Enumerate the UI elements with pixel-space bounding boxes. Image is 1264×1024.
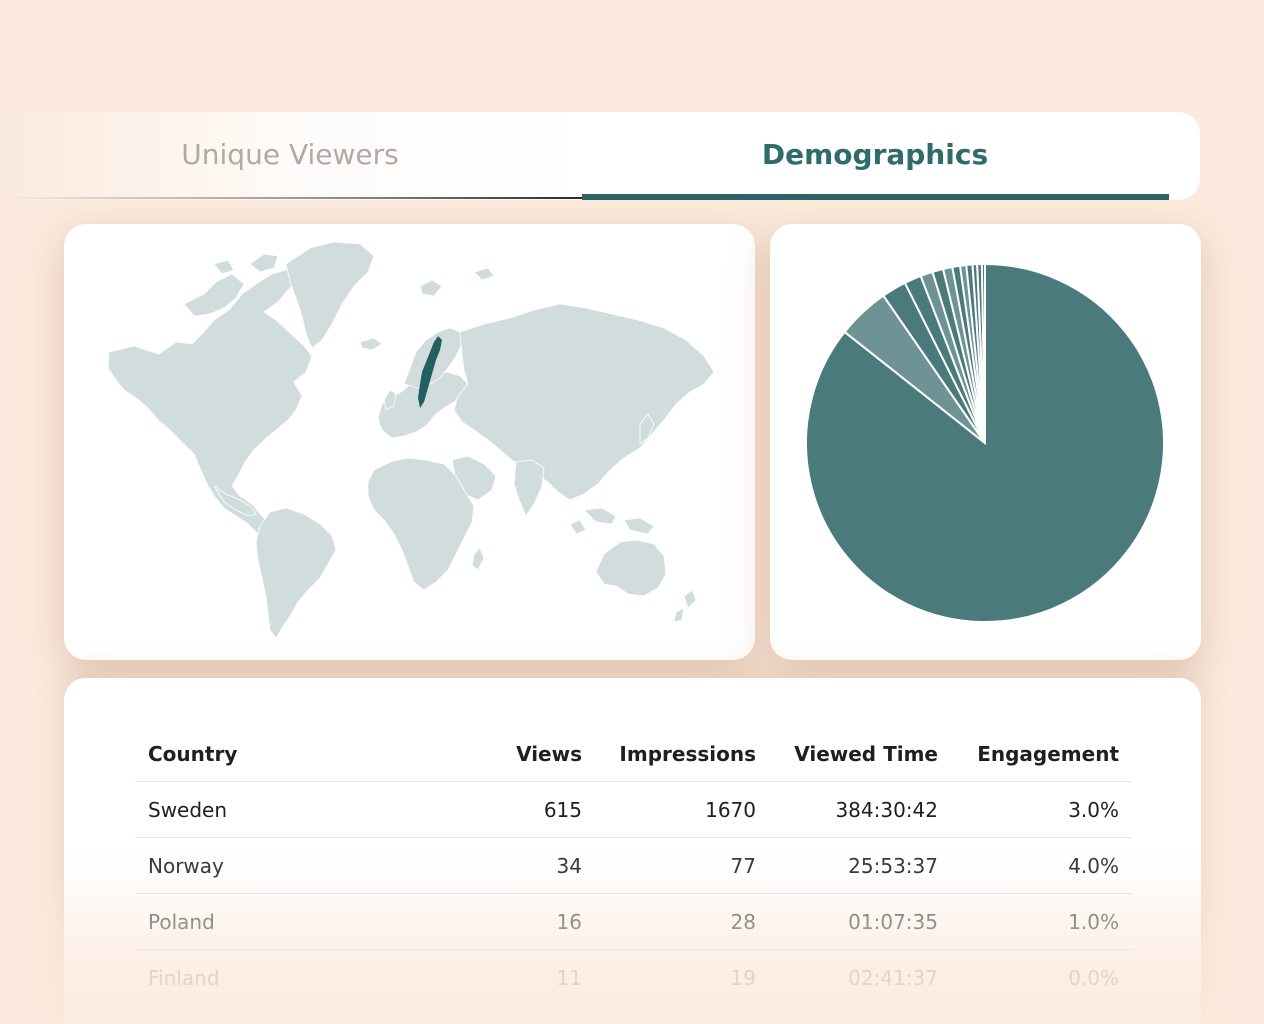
active-tab-indicator: [582, 194, 1169, 200]
cell-viewed-time: 01:07:35: [848, 910, 938, 934]
cell-engagement: 0.0%: [1068, 966, 1119, 990]
map-greenland: [285, 241, 375, 349]
header-viewed-time[interactable]: Viewed Time: [794, 742, 938, 766]
cell-impressions: 28: [730, 910, 756, 934]
world-map-card: [64, 224, 755, 660]
world-map: [107, 241, 715, 639]
map-south-america: [255, 507, 337, 639]
tab-divider: [0, 197, 584, 199]
table-row: Sweden 615 1670 384:30:42 3.0%: [135, 782, 1132, 838]
table-row: Norway 34 77 25:53:37 4.0%: [135, 838, 1132, 894]
cell-viewed-time: 02:41:37: [848, 966, 938, 990]
header-country[interactable]: Country: [148, 742, 237, 766]
cell-viewed-time: 25:53:37: [848, 854, 938, 878]
header-engagement[interactable]: Engagement: [977, 742, 1119, 766]
country-table-card: Country Views Impressions Viewed Time En…: [64, 678, 1201, 1024]
map-southeast-asia: [569, 507, 655, 535]
cell-views: 11: [556, 966, 582, 990]
cell-engagement: 3.0%: [1068, 798, 1119, 822]
country-table: Country Views Impressions Viewed Time En…: [135, 726, 1132, 1006]
map-madagascar: [471, 547, 485, 571]
header-views[interactable]: Views: [516, 742, 582, 766]
table-header-row: Country Views Impressions Viewed Time En…: [135, 726, 1132, 782]
cell-views: 34: [556, 854, 582, 878]
cell-country: Norway: [148, 854, 224, 878]
map-iceland: [359, 337, 383, 351]
demographics-pie-chart: [805, 262, 1165, 623]
cell-country: Sweden: [148, 798, 228, 822]
cell-engagement: 4.0%: [1068, 854, 1119, 878]
cell-impressions: 19: [730, 966, 756, 990]
cell-views: 615: [543, 798, 582, 822]
cell-impressions: 77: [730, 854, 756, 878]
cell-country: Finland: [148, 966, 220, 990]
cell-views: 16: [556, 910, 582, 934]
table-row: Poland 16 28 01:07:35 1.0%: [135, 894, 1132, 950]
map-new-zealand: [673, 589, 697, 623]
demographics-pie-card: [770, 224, 1201, 660]
tab-unique-viewers[interactable]: Unique Viewers: [170, 138, 410, 178]
table-row: Finland 11 19 02:41:37 0.0%: [135, 950, 1132, 1006]
map-asia: [453, 303, 715, 501]
header-impressions[interactable]: Impressions: [619, 742, 756, 766]
cell-country: Poland: [148, 910, 215, 934]
map-arctic-islands: [419, 267, 495, 297]
cell-impressions: 1670: [705, 798, 756, 822]
cell-engagement: 1.0%: [1068, 910, 1119, 934]
cell-viewed-time: 384:30:42: [835, 798, 938, 822]
map-india: [513, 459, 545, 517]
map-australia: [595, 539, 667, 597]
tab-demographics[interactable]: Demographics: [730, 138, 1020, 178]
